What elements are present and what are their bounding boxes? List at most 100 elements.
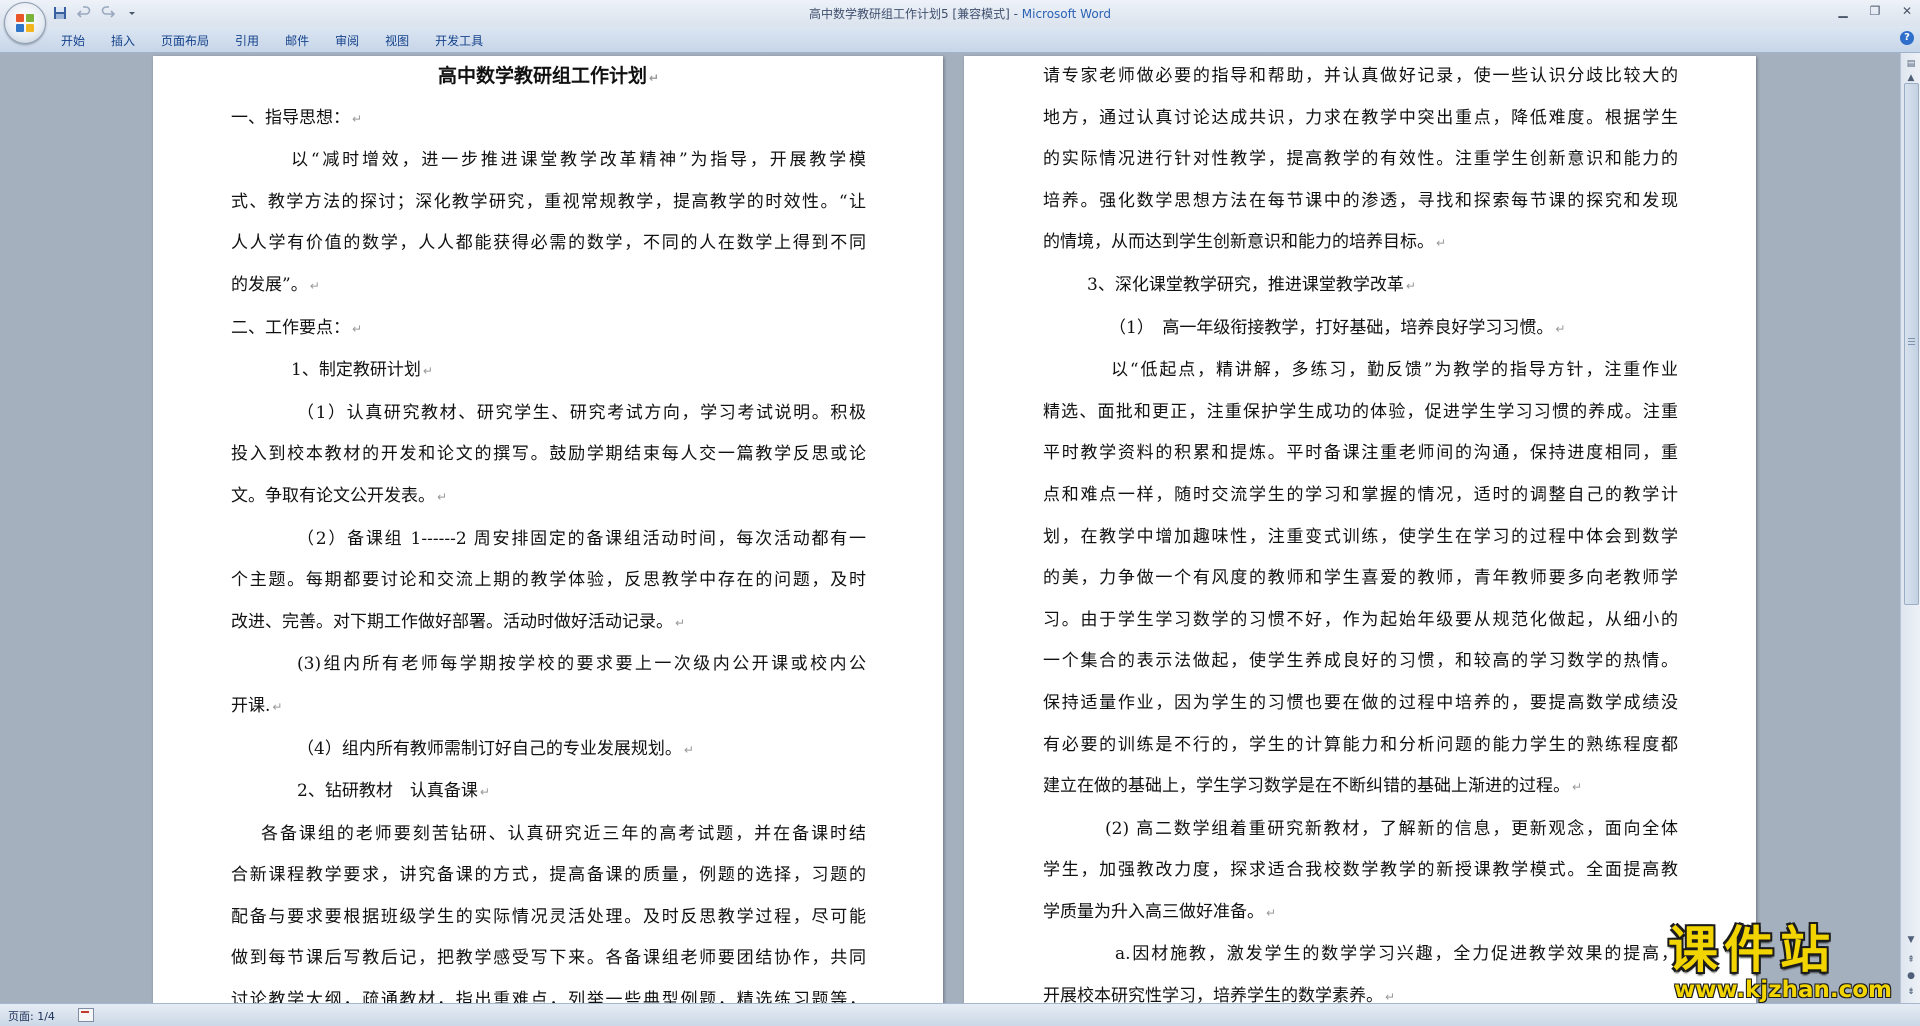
text-line[interactable]: 建立在做的基础上，学生学习数学是在不断纠错的基础上渐进的过程。 ↵ (1043, 766, 1678, 809)
paragraph-mark-icon: ↵ (683, 742, 694, 757)
line-text: 改进、完善。对下期工作做好部署。活动时做好活动记录。 (231, 611, 673, 632)
text-line[interactable]: 学生，加强教改力度，探求适合我校数学教学的新授课教学模式。全面提高教 (1043, 850, 1678, 892)
tab-5[interactable]: 审阅 (322, 29, 372, 52)
text-line[interactable]: 投入到校本教材的开发和论文的撰写。鼓励学期结束每人交一篇教学反思或论 (231, 434, 866, 476)
text-line[interactable]: 式、教学方法的探讨；深化教学研究，重视常规教学，提高教学的时效性。“让 (231, 182, 866, 224)
text-line[interactable]: 划，在教学中增加趣味性，注重变式训练，使学生在学习的过程中体会到数学 (1043, 517, 1678, 559)
text-line[interactable]: 习。由于学生学习数学的习惯不好，作为起始年级要从规范化做起，从细小的 (1043, 600, 1678, 642)
tab-1[interactable]: 插入 (98, 29, 148, 52)
page-2[interactable]: 请专家老师做必要的指导和帮助，并认真做好记录，使一些认识分歧比较大的地方，通过认… (964, 56, 1756, 1003)
text-line[interactable]: （1）认真研究教材、研究学生、研究考试方向，学习考试说明。积极 (231, 393, 866, 435)
tab-6[interactable]: 视图 (372, 29, 422, 52)
close-icon[interactable]: ✕ (1898, 3, 1916, 19)
text-line[interactable]: 有必要的训练是不行的，学生的计算能力和分析问题的能力学生的熟练程度都 (1043, 725, 1678, 767)
text-line[interactable]: a.因材施教，激发学生的数学学习兴趣，全力促进教学效果的提高， (1043, 934, 1678, 976)
text-line[interactable]: 的实际情况进行针对性教学，提高教学的有效性。注重学生创新意识和能力的 (1043, 139, 1678, 181)
text-line[interactable]: 人人学有价值的数学，人人都能获得必需的数学，不同的人在数学上得到不同 (231, 223, 866, 265)
text-line[interactable]: 开展校本研究性学习，培养学生的数学素养。 ↵ (1043, 976, 1678, 1003)
line-text: 以“减时增效，进一步推进课堂教学改革精神”为指导，开展教学模 (291, 150, 866, 171)
text-line[interactable]: 改进、完善。对下期工作做好部署。活动时做好活动记录。 ↵ (231, 602, 866, 645)
help-icon[interactable]: ? (1900, 31, 1914, 45)
text-line[interactable]: 地方，通过认真讨论达成共识，力求在教学中突出重点，降低难度。根据学生 (1043, 98, 1678, 140)
scrollbar-thumb[interactable] (1904, 83, 1919, 605)
line-text: 开展校本研究性学习，培养学生的数学素养。 (1043, 986, 1383, 1003)
text-line[interactable]: 的发展”。 ↵ (231, 265, 866, 308)
text-line[interactable]: （1） 高一年级衔接教学，打好基础，培养良好学习习惯。 ↵ (1043, 308, 1678, 351)
vertical-scrollbar[interactable]: ▤ ▲ ▼ ⇞ ● ⇟ (1900, 53, 1920, 1003)
window-title: 高中数学教研组工作计划5 [兼容模式] - Microsoft Word (808, 7, 1112, 21)
line-text: 3、深化课堂教学研究，推进课堂教学改革 (1087, 274, 1404, 295)
text-line[interactable]: 二、工作要点： ↵ (231, 308, 866, 351)
tab-strip: 开始 插入 页面布局 引用 邮件 审阅 视图 开发工具 (48, 29, 496, 52)
line-text: 文。争取有论文公开发表。 (231, 485, 435, 506)
text-line[interactable]: （2）备课组 1------2 周安排固定的备课组活动时间，每次活动都有一 (231, 519, 866, 561)
document-title: 高中数学教研组工作计划 ↵ (437, 65, 660, 87)
line-text: 的情境，从而达到学生创新意识和能力的培养目标。 (1043, 232, 1434, 253)
text-line[interactable]: 做到每节课后写教后记，把教学感受写下来。各备课组老师要团结协作，共同 (231, 938, 866, 980)
ribbon-tabs: 开始 插入 页面布局 引用 邮件 审阅 视图 开发工具 ? (0, 26, 1920, 53)
paragraph-mark-icon: ↵ (352, 111, 363, 126)
title-bar: 高中数学教研组工作计划5 [兼容模式] - Microsoft Word ▁ ❐… (0, 0, 1920, 44)
text-line[interactable]: 合新课程教学要求，讲究备课的方式，提高备课的质量，例题的选择，习题的 (231, 855, 866, 897)
text-line[interactable]: (2) 高二数学组着重研究新教材，了解新的信息，更新观念，面向全体 (1043, 809, 1678, 851)
line-text: 点和难点一样，随时交流学生的学习和掌握的情况，适时的调整自己的教学计 (1043, 484, 1678, 505)
text-line[interactable]: 2、钻研教材 认真备课 ↵ (231, 771, 866, 814)
text-line[interactable]: 的情境，从而达到学生创新意识和能力的培养目标。 ↵ (1043, 222, 1678, 265)
text-line[interactable]: (3)组内所有老师每学期按学校的要求要上一次级内公开课或校内公 (231, 644, 866, 686)
text-line[interactable]: 精选、面批和更正，注重保护学生成功的体验，促进学生学习习惯的养成。注重 (1043, 392, 1678, 434)
line-text: a.因材施教，激发学生的数学学习兴趣，全力促进教学效果的提高， (1115, 944, 1678, 965)
text-line[interactable]: 以“减时增效，进一步推进课堂教学改革精神”为指导，开展教学模 (231, 140, 866, 182)
text-line[interactable]: 个主题。每期都要讨论和交流上期的教学体验，反思教学中存在的问题，及时 (231, 560, 866, 602)
watermark-logo: 课件站 www.kjzhan.com (1668, 922, 1918, 1004)
line-text: 1、制定教研计划 (291, 360, 421, 381)
line-text: 二、工作要点： (231, 317, 350, 338)
text-line[interactable]: 配备与要求要根据班级学生的实际情况灵活处理。及时反思教学过程，尽可能 (231, 897, 866, 939)
text-line[interactable]: （4）组内所有教师需制订好自己的专业发展规划。 ↵ (231, 729, 866, 772)
text-line[interactable]: 请专家老师做必要的指导和帮助，并认真做好记录，使一些认识分歧比较大的 (1043, 56, 1678, 98)
tab-0[interactable]: 开始 (48, 29, 98, 52)
text-line[interactable]: 各备课组的老师要刻苦钻研、认真研究近三年的高考试题，并在备课时结 (231, 814, 866, 856)
tab-3[interactable]: 引用 (222, 29, 272, 52)
text-line[interactable]: 平时教学资料的积累和提炼。平时备课注重老师间的沟通，保持进度相同，重 (1043, 433, 1678, 475)
paragraph-mark-icon: ↵ (272, 699, 283, 714)
paragraph-mark-icon: ↵ (479, 785, 490, 800)
tab-2[interactable]: 页面布局 (148, 29, 222, 52)
text-line[interactable]: 保持适量作业，因为学生的习惯也要在做的过程中培养的，要提高数学成绩没 (1043, 683, 1678, 725)
page-2-content[interactable]: 请专家老师做必要的指导和帮助，并认真做好记录，使一些认识分歧比较大的地方，通过认… (1043, 56, 1678, 1003)
text-line[interactable]: 3、深化课堂教学研究，推进课堂教学改革 ↵ (1043, 265, 1678, 308)
line-text: （4）组内所有教师需制订好自己的专业发展规划。 (297, 738, 682, 759)
line-text: 培养。强化数学思想方法在每节课中的渗透，寻找和探索每节课的探究和发现 (1043, 190, 1678, 211)
page-1[interactable]: 高中数学教研组工作计划 ↵ 一、指导思想： ↵ 以“减时增效，进一步推进课堂教学改革精… (153, 56, 943, 1003)
text-line[interactable]: 以“低起点，精讲解，多练习，勤反馈”为教学的指导方针，注重作业 (1043, 350, 1678, 392)
office-button[interactable] (4, 2, 46, 44)
text-line[interactable]: 1、制定教研计划 ↵ (231, 350, 866, 393)
text-line[interactable]: 讨论教学大纲，疏通教材，指出重难点，列举一些典型例题，精选练习题等， (231, 980, 866, 1003)
text-line[interactable]: 的美，力争做一个有风度的教师和学生喜爱的教师，青年教师要多向老教师学 (1043, 558, 1678, 600)
line-text: 一个集合的表示法做起，使学生养成良好的习惯，和较高的学习数学的热情。 (1043, 651, 1678, 672)
line-text: 个主题。每期都要讨论和交流上期的教学体验，反思教学中存在的问题，及时 (231, 570, 866, 591)
text-line[interactable]: 一个集合的表示法做起，使学生养成良好的习惯，和较高的学习数学的热情。 (1043, 641, 1678, 683)
text-line[interactable]: 培养。强化数学思想方法在每节课中的渗透，寻找和探索每节课的探究和发现 (1043, 181, 1678, 223)
line-text: 做到每节课后写教后记，把教学感受写下来。各备课组老师要团结协作，共同 (231, 948, 866, 969)
text-line[interactable]: 开课. ↵ (231, 686, 866, 729)
watermark-url: www.kjzhan.com (1674, 977, 1892, 1003)
tab-4[interactable]: 邮件 (272, 29, 322, 52)
line-text: 建立在做的基础上，学生学习数学是在不断纠错的基础上渐进的过程。 (1043, 776, 1570, 797)
text-line[interactable]: 文。争取有论文公开发表。 ↵ (231, 476, 866, 519)
page-indicator[interactable]: 页面: 1/4 (8, 1008, 55, 1024)
line-text: 的发展”。 (231, 274, 308, 295)
page-1-content[interactable]: 高中数学教研组工作计划 ↵ 一、指导思想： ↵ 以“减时增效，进一步推进课堂教学改革精… (231, 56, 866, 1003)
line-text: 请专家老师做必要的指导和帮助，并认真做好记录，使一些认识分歧比较大的 (1043, 66, 1678, 86)
paragraph-mark-icon: ↵ (1405, 278, 1416, 293)
maximize-icon[interactable]: ❐ (1866, 3, 1884, 19)
text-line[interactable]: 学质量为升入高三做好准备。 ↵ (1043, 892, 1678, 935)
line-text: 精选、面批和更正，注重保护学生成功的体验，促进学生学习习惯的养成。注重 (1043, 401, 1678, 422)
tab-7[interactable]: 开发工具 (422, 29, 496, 52)
text-line[interactable]: 一、指导思想： ↵ (231, 98, 866, 141)
ruler-toggle-icon[interactable]: ▤ (1904, 57, 1918, 71)
text-line[interactable]: 点和难点一样，随时交流学生的学习和掌握的情况，适时的调整自己的教学计 (1043, 475, 1678, 517)
minimize-icon[interactable]: ▁ (1834, 3, 1852, 19)
page-view-icon[interactable] (78, 1008, 94, 1022)
document-workspace[interactable]: 高中数学教研组工作计划 ↵ 一、指导思想： ↵ 以“减时增效，进一步推进课堂教学改革精… (0, 53, 1900, 1003)
line-text: (3)组内所有老师每学期按学校的要求要上一次级内公开课或校内公 (297, 654, 866, 675)
